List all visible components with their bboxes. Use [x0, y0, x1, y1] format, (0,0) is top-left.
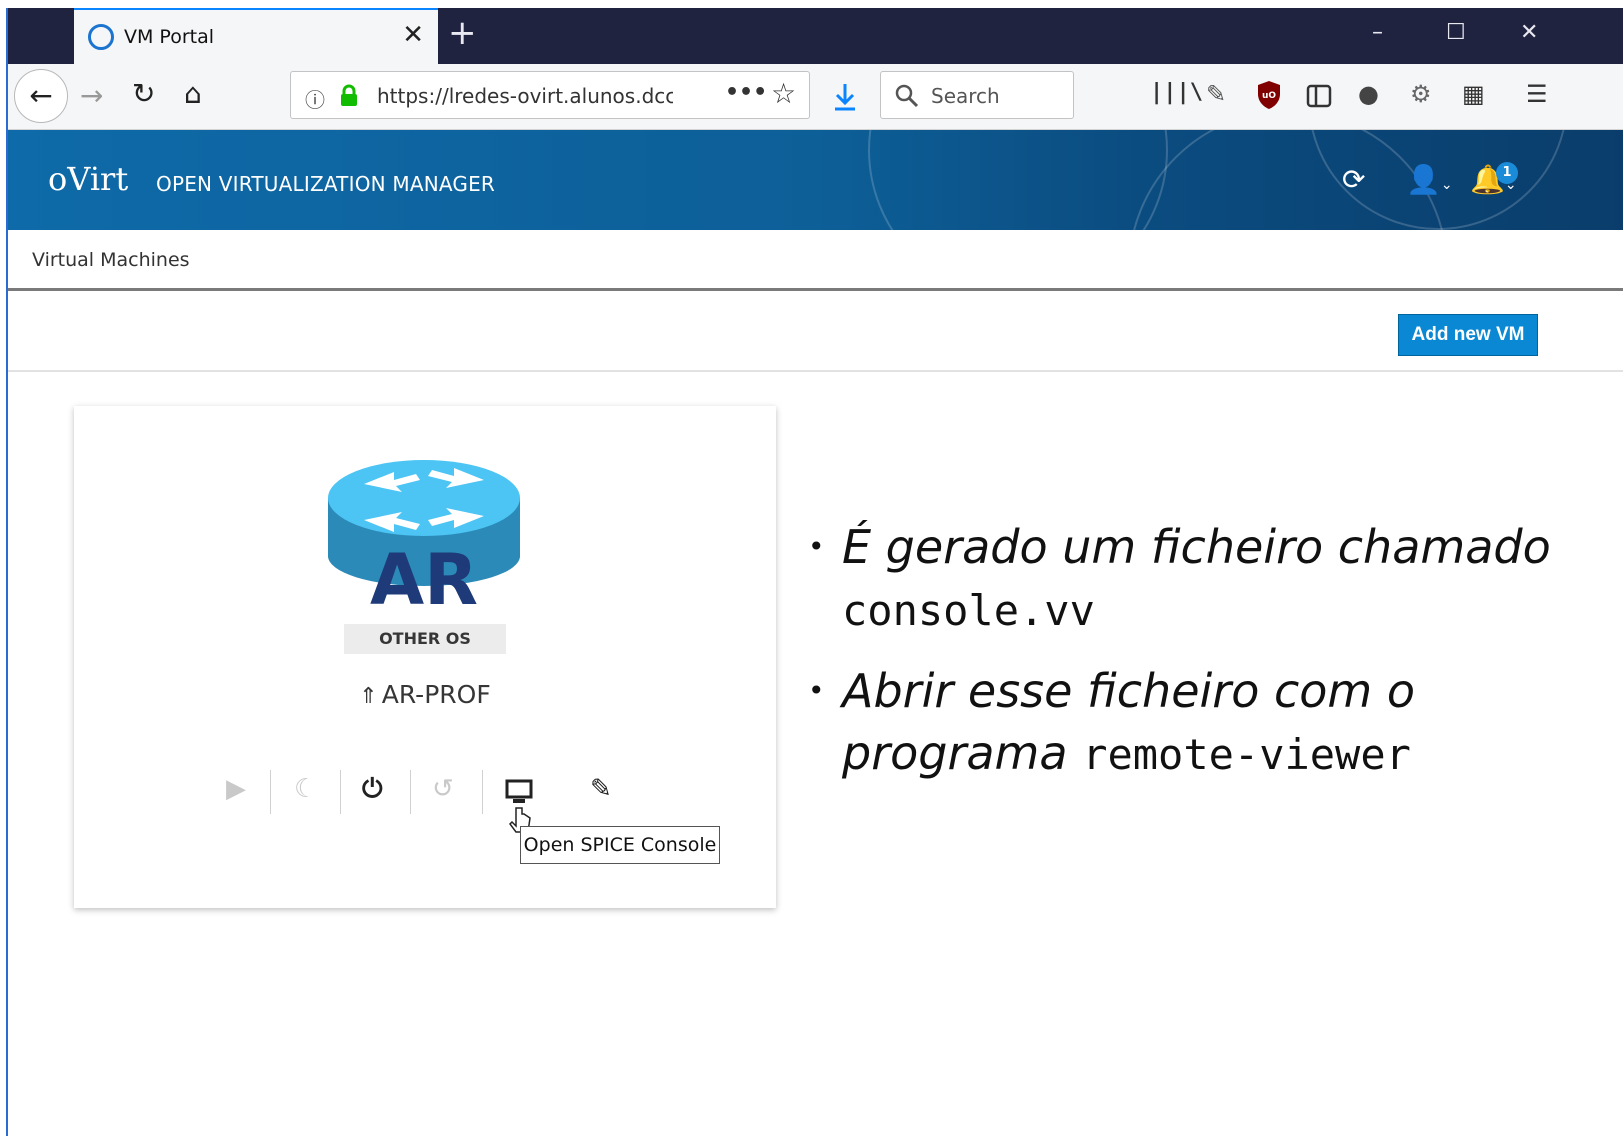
settings-icon[interactable]: ⚙ [1410, 82, 1432, 106]
reload-icon[interactable]: ↻ [132, 80, 155, 108]
bullet-dot-icon: • [808, 674, 825, 707]
close-tab-icon[interactable]: ✕ [402, 22, 424, 48]
status-up-icon: ⇑ [359, 684, 378, 709]
app-title: OPEN VIRTUALIZATION MANAGER [156, 172, 496, 196]
ovirt-logo[interactable]: oVirt [48, 160, 128, 198]
library-icon[interactable]: |||\ [1150, 82, 1203, 104]
reboot-icon[interactable]: ↺ [432, 776, 454, 802]
svg-text:uO: uO [1262, 91, 1276, 101]
browser-window: VM Portal ✕ + – ☐ ✕ ← → ↻ ⌂ ⓘ https://lr… [6, 8, 1623, 1136]
vm-card[interactable]: AR OTHER OS ⇑ AR-PROF ▶ ☾ ⏻ ↺ ✎ Open SPIC… [74, 406, 776, 908]
ovirt-header: oVirt OPEN VIRTUALIZATION MANAGER ⟳ 👤⌄ 🔔… [8, 130, 1623, 230]
new-tab-button[interactable]: + [448, 16, 477, 50]
extension-icon[interactable]: ● [1358, 82, 1379, 106]
run-icon[interactable]: ▶ [226, 776, 246, 802]
close-window-button[interactable]: ✕ [1520, 20, 1538, 45]
breadcrumb-divider [8, 288, 1623, 291]
action-separator [410, 770, 411, 814]
maximize-button[interactable]: ☐ [1446, 20, 1466, 45]
router-logo-text: AR [370, 539, 478, 616]
sidebar-icon[interactable] [1306, 84, 1332, 108]
more-icon[interactable]: ••• [725, 80, 767, 105]
eyedropper-icon[interactable]: ✎ [1206, 82, 1226, 106]
notification-count-badge: 1 [1496, 162, 1518, 184]
url-text[interactable]: https://lredes-ovirt.alunos.dcc [377, 84, 673, 108]
action-separator [270, 770, 271, 814]
bullet-code: console.vv [842, 586, 1095, 635]
search-icon [895, 84, 919, 108]
forward-icon[interactable]: → [80, 82, 103, 110]
action-separator [482, 770, 483, 814]
bullet-item: • É gerado um ficheiro chamado console.v… [808, 516, 1623, 642]
vm-name-text: AR-PROF [381, 680, 491, 709]
os-badge: OTHER OS [344, 624, 506, 654]
navigation-bar: ← → ↻ ⌂ ⓘ https://lredes-ovirt.alunos.dc… [8, 64, 1623, 130]
home-icon[interactable]: ⌂ [184, 80, 202, 108]
bullet-code: remote-viewer [1082, 730, 1411, 779]
bullet-dot-icon: • [808, 530, 825, 563]
toolbar-divider [8, 370, 1623, 372]
router-icon: AR [328, 460, 520, 616]
tab-strip: VM Portal ✕ + – ☐ ✕ [8, 8, 1623, 64]
minimize-button[interactable]: – [1372, 20, 1383, 45]
bullet-text: É gerado um ficheiro chamado [842, 520, 1551, 574]
suspend-moon-icon[interactable]: ☾ [294, 776, 317, 802]
refresh-icon[interactable]: ⟳ [1342, 166, 1365, 194]
action-separator [340, 770, 341, 814]
ublock-icon[interactable]: uO [1256, 80, 1282, 110]
search-bar[interactable]: Search [880, 71, 1074, 119]
edit-pencil-icon[interactable]: ✎ [590, 776, 612, 802]
bullet-item: • Abrir esse ficheiro com o programa rem… [808, 660, 1623, 786]
vm-name: ⇑ AR-PROF [74, 680, 776, 709]
back-icon[interactable]: ← [14, 69, 68, 123]
tab-vm-portal[interactable]: VM Portal ✕ [74, 8, 438, 64]
breadcrumb[interactable]: Virtual Machines [32, 249, 190, 271]
slide-bullets: • É gerado um ficheiro chamado console.v… [808, 516, 1623, 804]
lock-icon [341, 84, 357, 106]
power-off-icon[interactable]: ⏻ [362, 776, 383, 802]
header-decoration [868, 130, 1168, 230]
extension-grid-icon[interactable]: ▦ [1462, 82, 1485, 106]
download-icon[interactable] [832, 82, 858, 112]
user-icon[interactable]: 👤⌄ [1406, 166, 1453, 194]
console-tooltip: Open SPICE Console [520, 826, 720, 864]
url-bar[interactable]: ⓘ https://lredes-ovirt.alunos.dcc ••• ☆ [290, 71, 810, 119]
menu-icon[interactable]: ☰ [1526, 82, 1548, 106]
opera-tab-icon [88, 24, 114, 50]
info-icon[interactable]: ⓘ [305, 84, 325, 113]
tab-title: VM Portal [124, 26, 215, 48]
search-placeholder: Search [931, 84, 1000, 108]
bookmark-star-icon[interactable]: ☆ [771, 80, 796, 108]
add-new-vm-button[interactable]: Add new VM [1398, 314, 1538, 356]
